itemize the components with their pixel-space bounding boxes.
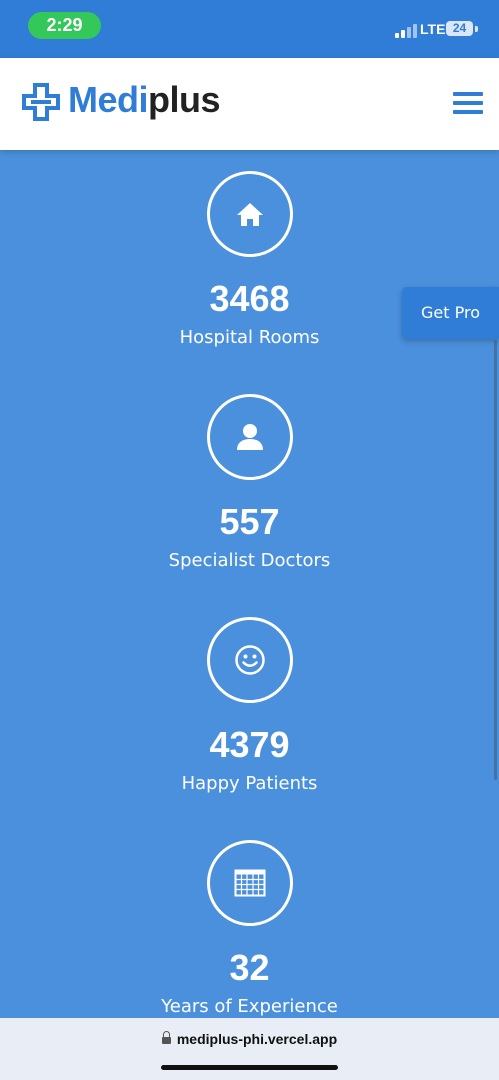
- battery-tip: [475, 26, 478, 32]
- stat-item-happy-patients: 4379 Happy Patients: [0, 596, 499, 816]
- stats-section: 3468 Hospital Rooms 557 Specialist Docto…: [0, 150, 499, 1018]
- url-display[interactable]: mediplus-phi.vercel.app: [0, 1031, 499, 1047]
- browser-url-bar[interactable]: mediplus-phi.vercel.app: [0, 1018, 499, 1080]
- stat-value: 557: [219, 501, 280, 542]
- battery-icon: 24: [446, 21, 473, 36]
- url-text: mediplus-phi.vercel.app: [176, 1031, 338, 1047]
- stat-label: Years of Experience: [161, 996, 338, 1017]
- user-icon: [237, 424, 263, 450]
- stat-label: Happy Patients: [181, 773, 318, 794]
- status-time: 2:29: [28, 12, 101, 39]
- stat-label: Specialist Doctors: [168, 550, 331, 571]
- stat-value: 32: [229, 947, 270, 988]
- stat-icon-circle: [207, 840, 293, 926]
- smiley-icon: [235, 645, 265, 675]
- stat-item-years-experience: 32 Years of Experience: [0, 819, 499, 1018]
- status-bar: 2:29 LTE 24: [0, 0, 499, 58]
- brand-name-part1: Medi: [68, 79, 149, 120]
- stat-icon-circle: [207, 394, 293, 480]
- brand-name-part2: plus: [148, 79, 221, 120]
- brand-logo[interactable]: Mediplus: [68, 78, 221, 122]
- stat-icon-circle: [207, 617, 293, 703]
- signal-icon: [395, 24, 417, 38]
- stat-icon-circle: [207, 171, 293, 257]
- calendar-grid-icon: [234, 869, 266, 897]
- hamburger-menu-icon[interactable]: [448, 88, 488, 118]
- home-indicator[interactable]: [161, 1065, 338, 1070]
- medical-cross-icon[interactable]: [22, 83, 60, 121]
- site-header: Mediplus: [0, 58, 499, 150]
- network-label: LTE: [420, 21, 446, 37]
- page-scrollbar[interactable]: [494, 340, 497, 780]
- get-pro-button[interactable]: Get Pro: [402, 287, 499, 339]
- stat-value: 4379: [209, 724, 290, 765]
- home-icon: [237, 203, 263, 226]
- lock-icon: [161, 1031, 171, 1044]
- stat-item-specialist-doctors: 557 Specialist Doctors: [0, 373, 499, 593]
